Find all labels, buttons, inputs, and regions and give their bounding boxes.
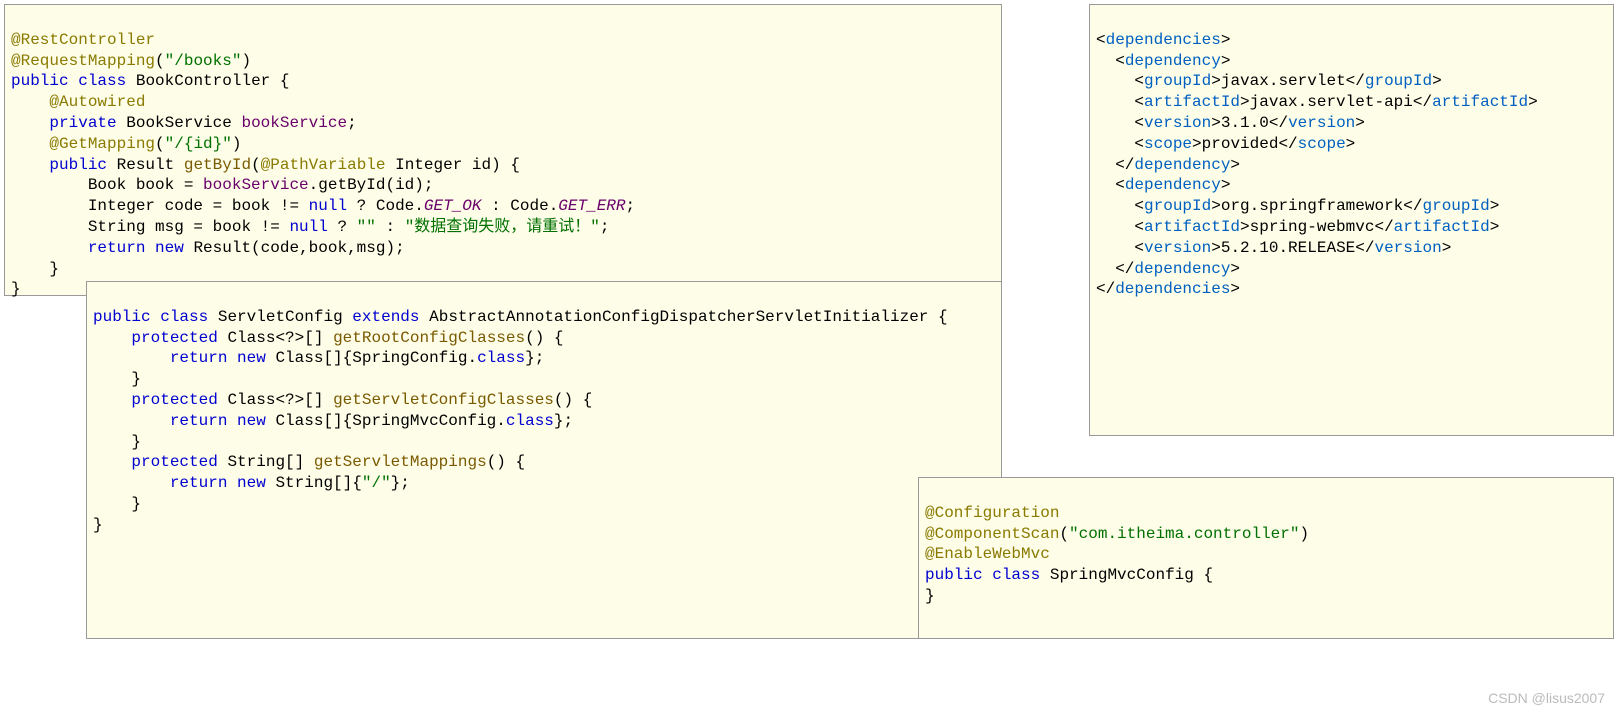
code-box-springmvcconfig: @Configuration @ComponentScan("com.ithei… xyxy=(918,477,1614,639)
annotation-autowired: @Autowired xyxy=(49,93,145,111)
code-box-dependencies: <dependencies> <dependency> <groupId>jav… xyxy=(1089,4,1614,436)
code-box-servletconfig: public class ServletConfig extends Abstr… xyxy=(86,281,1002,639)
annotation-configuration: @Configuration xyxy=(925,504,1059,522)
annotation-requestmapping: @RequestMapping xyxy=(11,52,155,70)
annotation-restcontroller: @RestController xyxy=(11,31,155,49)
annotation-componentscan: @ComponentScan xyxy=(925,525,1059,543)
annotation-enablewebmvc: @EnableWebMvc xyxy=(925,545,1050,563)
code-box-bookcontroller: @RestController @RequestMapping("/books"… xyxy=(4,4,1002,296)
watermark: CSDN @lisus2007 xyxy=(1488,690,1605,706)
annotation-getmapping: @GetMapping xyxy=(49,135,155,153)
